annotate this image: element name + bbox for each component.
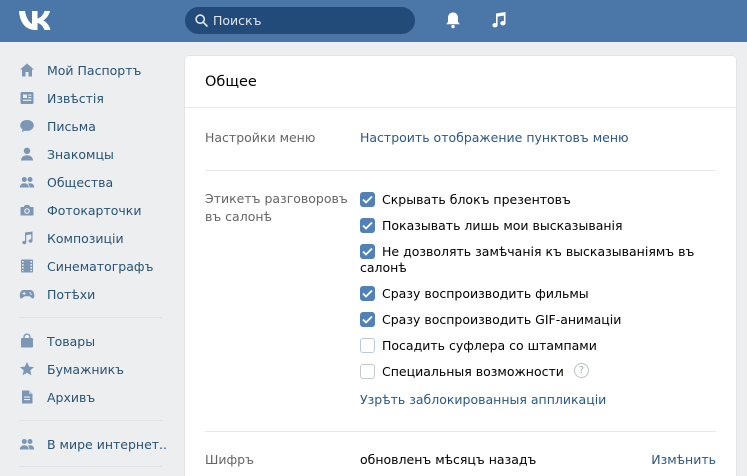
- sidebar-item-friends[interactable]: Знакомцы: [16, 140, 166, 168]
- sidebar-item-messages[interactable]: Письма: [16, 112, 166, 140]
- search-input[interactable]: [213, 7, 408, 34]
- music-icon: [22, 231, 33, 245]
- sidebar-item-label: Письма: [47, 118, 96, 134]
- sidebar-item-label: Архивъ: [47, 389, 96, 405]
- bell-icon[interactable]: [443, 10, 463, 30]
- sidebar-item-photos[interactable]: Фотокарточки: [16, 196, 166, 224]
- checkbox-accessibility[interactable]: Специальныя возможности ?: [360, 363, 589, 380]
- left-sidebar: Мой Паспортъ Извѣстія Письма Знакомцы Об…: [16, 56, 167, 476]
- divider: [185, 107, 736, 108]
- checkbox-checked-icon[interactable]: [360, 192, 375, 207]
- password-label: Шифръ: [205, 452, 254, 467]
- page-title: Общее: [205, 74, 257, 90]
- document-icon: [22, 390, 33, 404]
- checkbox-label: Сразу воспроизводить GIF-анимаціи: [382, 312, 622, 327]
- sidebar-item-music[interactable]: Композиціи: [16, 224, 166, 252]
- sidebar-item-profile[interactable]: Мой Паспортъ: [16, 56, 166, 84]
- checkbox-prompter-stamps[interactable]: Посадить суфлера со штампами: [360, 337, 597, 354]
- sidebar-item-label: Общества: [47, 174, 114, 190]
- sidebar-item-label: Синематографъ: [47, 258, 154, 274]
- search-bar[interactable]: [185, 7, 415, 34]
- search-icon: [195, 14, 208, 27]
- group-icon: [19, 439, 35, 450]
- sidebar-item-news[interactable]: Извѣстія: [16, 84, 166, 112]
- settings-panel: Общее Настройки меню Настроить отображен…: [185, 56, 736, 476]
- divider: [205, 170, 716, 171]
- sidebar-item-videos[interactable]: Синематографъ: [16, 252, 166, 280]
- home-icon: [20, 63, 34, 77]
- checkbox-unchecked-icon[interactable]: [360, 364, 375, 379]
- sidebar-item-label: Мой Паспортъ: [47, 62, 142, 78]
- film-icon: [21, 259, 33, 273]
- chat-bubble-icon: [20, 120, 34, 133]
- vk-logo-icon[interactable]: [17, 8, 57, 34]
- etiquette-label: Этикетъ разговоровъ въ салонѣ: [205, 191, 348, 224]
- sidebar-item-market[interactable]: Товары: [16, 327, 166, 355]
- checkbox-label: Сразу воспроизводить фильмы: [382, 286, 589, 301]
- sidebar-item-label: В мире интернет..: [47, 436, 167, 452]
- camera-icon: [20, 205, 34, 216]
- sidebar-item-label: Знакомцы: [47, 146, 114, 162]
- checkbox-checked-icon[interactable]: [360, 244, 375, 259]
- checkbox-checked-icon[interactable]: [360, 218, 375, 233]
- gamepad-icon: [19, 290, 35, 299]
- menu-settings-label: Настройки меню: [205, 130, 316, 145]
- checkbox-label: Показывать лишь мои высказыванія: [382, 218, 623, 233]
- sidebar-item-label: Фотокарточки: [47, 202, 142, 218]
- help-icon[interactable]: ?: [573, 363, 589, 378]
- sidebar-item-label: Потѣхи: [47, 286, 96, 302]
- change-password-link[interactable]: Измѣнить: [651, 451, 716, 469]
- blocked-apps-link[interactable]: Узрѣть заблокированныя аппликаціи: [360, 391, 606, 409]
- sidebar-item-community-link[interactable]: В мире интернет..: [16, 430, 167, 458]
- checkbox-hide-gifts[interactable]: Скрывать блокъ презентовъ: [360, 191, 571, 208]
- checkbox-autoplay-gif[interactable]: Сразу воспроизводить GIF-анимаціи: [360, 311, 621, 328]
- checkbox-disable-comments[interactable]: Не дозволять замѣчанія къ высказываніямъ…: [360, 243, 694, 260]
- checkbox-only-my-posts[interactable]: Показывать лишь мои высказыванія: [360, 217, 623, 234]
- group-icon: [19, 177, 35, 188]
- sidebar-divider: [19, 466, 162, 467]
- checkbox-label-continued: салонѣ: [360, 260, 407, 275]
- checkbox-label: Посадить суфлера со штампами: [382, 338, 597, 353]
- checkbox-label: Специальныя возможности: [382, 364, 564, 379]
- password-status: обновленъ мѣсяцъ назадъ: [360, 452, 537, 467]
- checkbox-checked-icon[interactable]: [360, 312, 375, 327]
- star-icon: [20, 362, 34, 376]
- sidebar-item-wallet[interactable]: Бумажникъ: [16, 355, 166, 383]
- sidebar-item-games[interactable]: Потѣхи: [16, 280, 166, 308]
- top-header: [0, 0, 747, 42]
- checkbox-autoplay-videos[interactable]: Сразу воспроизводить фильмы: [360, 285, 589, 302]
- checkbox-unchecked-icon[interactable]: [360, 338, 375, 353]
- sidebar-item-communities[interactable]: Общества: [16, 168, 166, 196]
- divider: [205, 431, 716, 432]
- checkbox-label: Не дозволять замѣчанія къ высказываніямъ…: [382, 244, 695, 259]
- checkbox-checked-icon[interactable]: [360, 286, 375, 301]
- person-icon: [21, 147, 33, 161]
- checkbox-label: Скрывать блокъ презентовъ: [382, 192, 571, 207]
- sidebar-item-archive[interactable]: Архивъ: [16, 383, 166, 411]
- sidebar-item-label: Товары: [47, 333, 96, 349]
- music-note-icon[interactable]: [489, 10, 509, 30]
- news-icon: [20, 92, 34, 104]
- sidebar-item-label: Бумажникъ: [47, 361, 125, 377]
- bag-icon: [21, 333, 33, 348]
- sidebar-divider: [19, 420, 162, 421]
- sidebar-item-label: Композиціи: [47, 230, 124, 246]
- configure-menu-link[interactable]: Настроить отображение пунктовъ меню: [360, 129, 629, 147]
- sidebar-divider: [19, 317, 162, 318]
- sidebar-item-label: Извѣстія: [47, 90, 104, 106]
